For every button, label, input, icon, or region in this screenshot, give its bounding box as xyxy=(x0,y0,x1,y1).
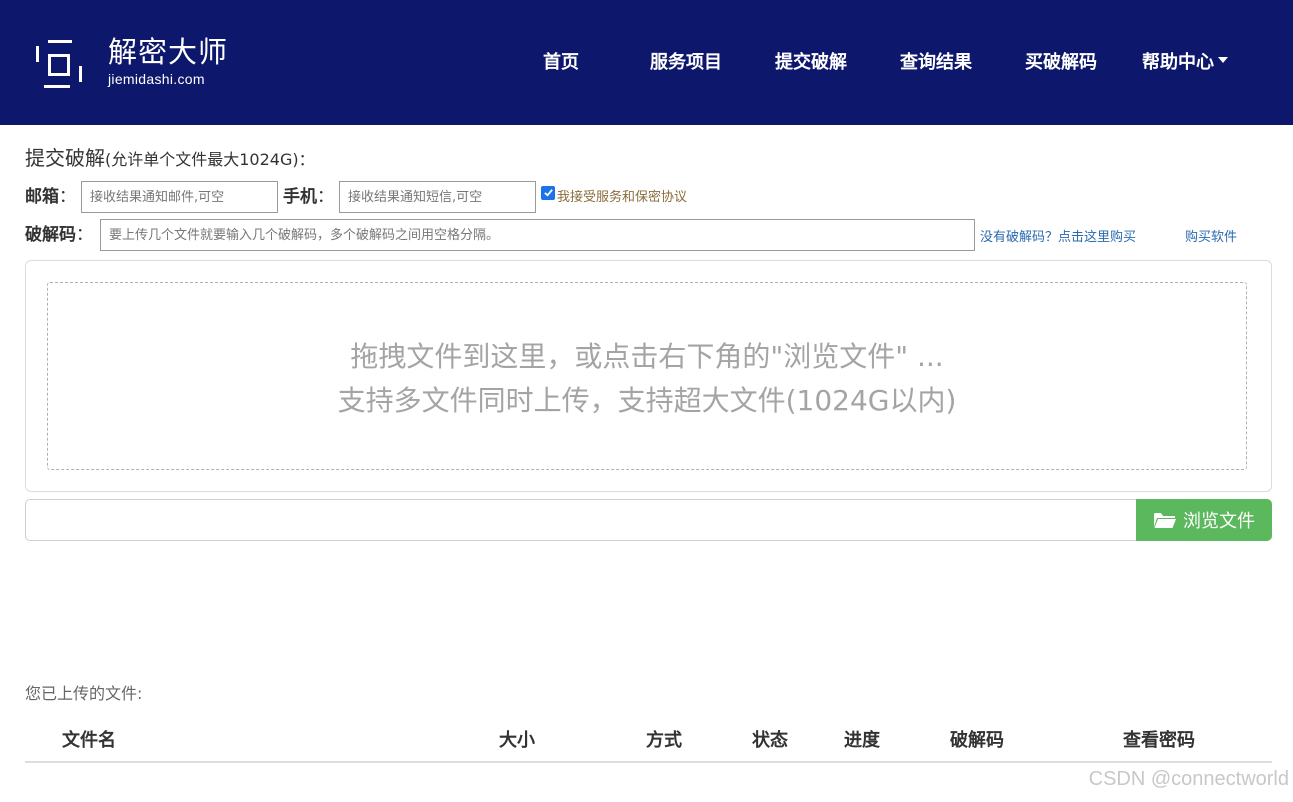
column-header-code: 破解码 xyxy=(950,730,1004,751)
watermark: CSDN @connectworld xyxy=(1088,768,1289,790)
phone-label-text: 手机 xyxy=(283,187,317,207)
title-note: (允许单个文件最大1024G)： xyxy=(105,150,315,169)
drop-zone[interactable]: 拖拽文件到这里，或点击右下角的"浏览文件" ... 支持多文件同时上传，支持超大… xyxy=(47,282,1247,470)
uploaded-files-label: 您已上传的文件: xyxy=(25,684,143,703)
agree-checkbox-row[interactable]: 我接受服务和保密协议 xyxy=(541,185,688,205)
email-label: 邮箱： xyxy=(25,181,76,213)
no-code-buy-link[interactable]: 没有破解码？点击这里购买 xyxy=(980,226,1136,245)
column-header-progress: 进度 xyxy=(844,730,880,751)
email-label-text: 邮箱 xyxy=(25,187,59,207)
main-nav: 首页 服务项目 提交破解 查询结果 买破解码 帮助中心 xyxy=(0,50,1293,78)
folder-open-icon xyxy=(1154,513,1176,528)
nav-help-center[interactable]: 帮助中心 xyxy=(1142,50,1228,76)
email-field[interactable] xyxy=(81,181,278,213)
browse-files-label: 浏览文件 xyxy=(1183,511,1255,532)
code-field[interactable] xyxy=(100,219,975,251)
agree-checkbox[interactable] xyxy=(541,185,555,200)
column-header-filename: 文件名 xyxy=(62,730,116,751)
site-header: 解密大师 jiemidashi.com 首页 服务项目 提交破解 查询结果 买破… xyxy=(0,0,1293,125)
table-header-divider xyxy=(25,761,1272,763)
code-label: 破解码： xyxy=(25,219,93,251)
column-header-view-password: 查看密码 xyxy=(1123,730,1195,751)
colon: ： xyxy=(59,187,76,207)
selected-file-field[interactable] xyxy=(25,499,1137,541)
drop-zone-hint: 拖拽文件到这里，或点击右下角的"浏览文件" ... xyxy=(350,340,944,373)
phone-field[interactable] xyxy=(339,181,536,213)
nav-buy-code[interactable]: 买破解码 xyxy=(1025,50,1097,76)
page-title: 提交破解(允许单个文件最大1024G)： xyxy=(25,142,315,171)
column-header-status: 状态 xyxy=(752,730,788,751)
nav-query-results[interactable]: 查询结果 xyxy=(900,50,972,76)
colon: ： xyxy=(76,225,93,245)
title-main: 提交破解 xyxy=(25,146,105,170)
nav-help-center-label: 帮助中心 xyxy=(1142,52,1214,73)
colon: ： xyxy=(317,187,334,207)
phone-label: 手机： xyxy=(283,181,334,213)
upload-panel: 拖拽文件到这里，或点击右下角的"浏览文件" ... 支持多文件同时上传，支持超大… xyxy=(25,260,1272,492)
nav-submit-crack[interactable]: 提交破解 xyxy=(775,50,847,76)
chevron-down-icon xyxy=(1218,57,1228,63)
check-icon xyxy=(543,189,553,197)
nav-services[interactable]: 服务项目 xyxy=(650,50,722,76)
column-header-size: 大小 xyxy=(499,730,535,751)
agree-text: 我接受服务和保密协议 xyxy=(557,190,688,205)
code-label-text: 破解码 xyxy=(25,225,76,245)
buy-software-link[interactable]: 购买软件 xyxy=(1185,226,1237,245)
browse-files-button[interactable]: 浏览文件 xyxy=(1136,499,1272,541)
drop-zone-support: 支持多文件同时上传，支持超大文件(1024G以内) xyxy=(337,384,957,417)
nav-home[interactable]: 首页 xyxy=(543,50,579,76)
column-header-method: 方式 xyxy=(646,730,682,751)
